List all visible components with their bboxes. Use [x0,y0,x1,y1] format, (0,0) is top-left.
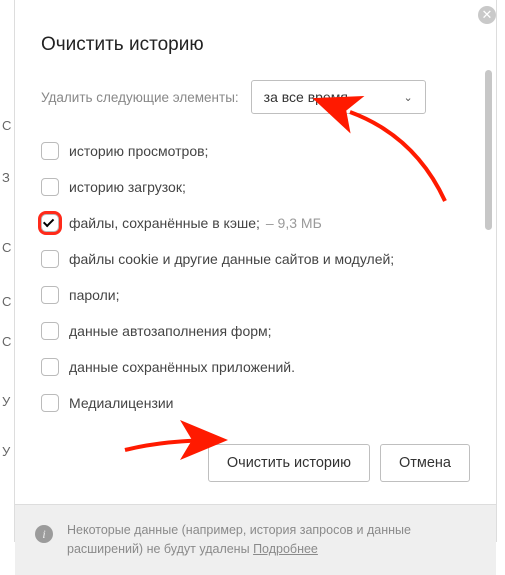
dialog-title: Очистить историю [15,0,496,66]
dialog-actions: Очистить историю Отмена [15,430,496,504]
option-row: историю загрузок; [41,178,470,196]
check-icon [43,216,54,227]
option-checkbox[interactable] [41,250,59,268]
option-row: файлы, сохранённые в кэше; – 9,3 МБ [41,214,470,232]
time-range-label: Удалить следующие элементы: [41,90,239,105]
learn-more-link[interactable]: Подробнее [253,542,318,556]
option-label: Медиалицензии [69,395,174,411]
option-checkbox[interactable] [41,286,59,304]
option-label: файлы, сохранённые в кэше; [69,215,260,231]
option-row: пароли; [41,286,470,304]
info-icon: i [35,525,53,543]
option-row: данные автозаполнения форм; [41,322,470,340]
dialog-footer: i Некоторые данные (например, история за… [15,504,496,575]
background-page-fragment: С З С С С У У [0,0,14,542]
option-label: пароли; [69,287,120,303]
option-checkbox[interactable] [41,178,59,196]
option-label: данные сохранённых приложений. [69,359,295,375]
time-range-value: за все время [264,89,348,105]
option-label: историю просмотров; [69,143,208,159]
option-row: файлы cookie и другие данные сайтов и мо… [41,250,470,268]
option-label: историю загрузок; [69,179,186,195]
chevron-down-icon: ⌄ [403,91,412,104]
clear-history-dialog: ✕ Очистить историю Удалить следующие эле… [14,0,497,542]
scrollbar-thumb[interactable] [485,70,492,230]
option-extra: – 9,3 МБ [266,215,322,231]
options-list: историю просмотров; историю загрузок; файл… [41,142,470,412]
option-checkbox[interactable] [41,142,59,160]
option-checkbox[interactable] [41,394,59,412]
clear-history-button[interactable]: Очистить историю [208,444,370,482]
time-range-row: Удалить следующие элементы: за все время… [41,80,470,114]
option-row: историю просмотров; [41,142,470,160]
footer-text: Некоторые данные (например, история запр… [67,521,476,559]
option-checkbox[interactable] [41,214,59,232]
time-range-select[interactable]: за все время ⌄ [251,80,426,114]
option-checkbox[interactable] [41,322,59,340]
cancel-button[interactable]: Отмена [380,444,470,482]
option-row: данные сохранённых приложений. [41,358,470,376]
option-label: файлы cookie и другие данные сайтов и мо… [69,251,394,267]
option-checkbox[interactable] [41,358,59,376]
option-row: Медиалицензии [41,394,470,412]
dialog-body: Удалить следующие элементы: за все время… [15,66,496,430]
option-label: данные автозаполнения форм; [69,323,272,339]
close-icon[interactable]: ✕ [478,6,496,24]
